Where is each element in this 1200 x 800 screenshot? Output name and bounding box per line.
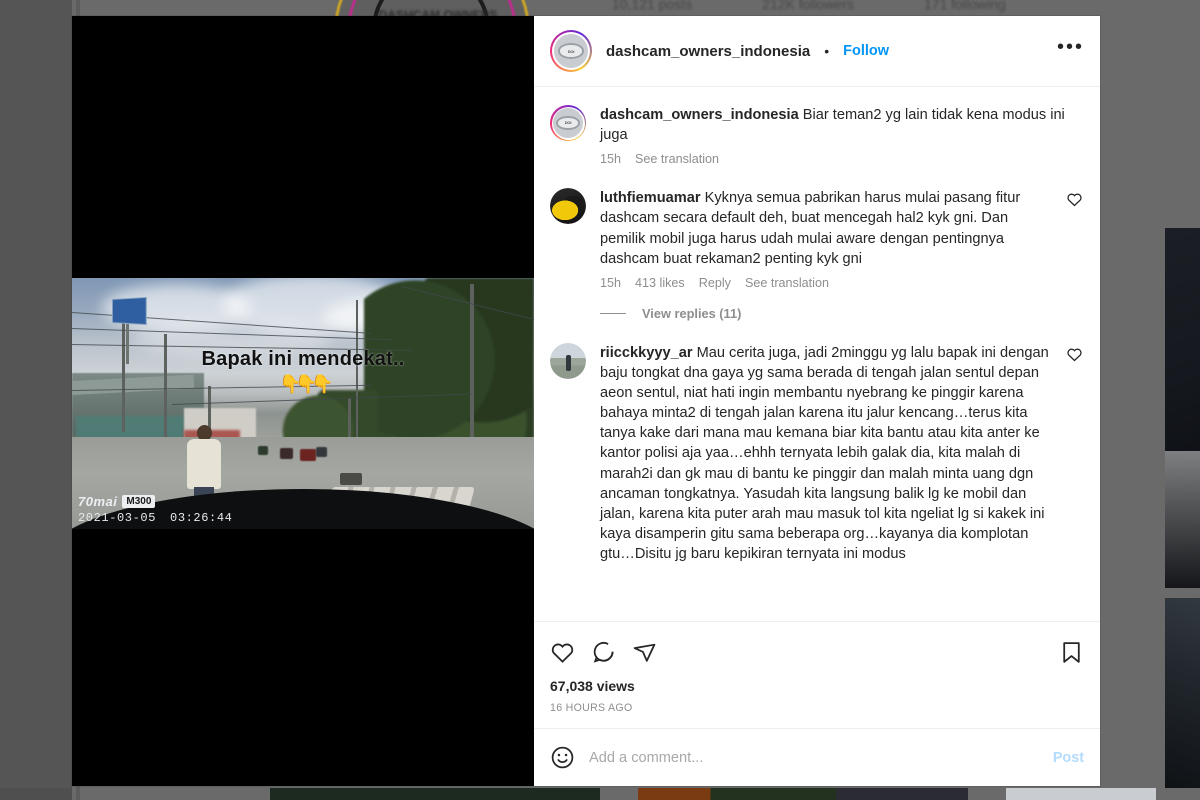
comment-bubble-icon[interactable]: [591, 640, 616, 665]
dashcam-model-label: M300: [122, 495, 156, 508]
comment-item: luthfiemuamar Kyknya semua pabrikan haru…: [550, 188, 1084, 290]
background-stat-following: 171 following: [924, 0, 1006, 12]
post-caption: DOI dashcam_owners_indonesia Biar teman2…: [550, 105, 1084, 166]
post-header: DOI dashcam_owners_indonesia • Follow ••…: [534, 16, 1100, 87]
dashcam-timestamp: 2021-03-05 03:26:44: [78, 511, 232, 525]
background-thumbnail: [0, 788, 72, 800]
background-thumbnail: [1165, 598, 1200, 788]
background-stat-posts: 10,121 posts: [612, 0, 693, 12]
comment-see-translation[interactable]: See translation: [745, 276, 829, 290]
post-timestamp: 16 HOURS AGO: [550, 702, 633, 714]
post-details-panel: DOI dashcam_owners_indonesia • Follow ••…: [534, 16, 1100, 786]
down-arrow-icon: 👇: [295, 374, 328, 394]
dashcam-time: 03:26:44: [170, 511, 233, 525]
car-avatar-image: [550, 188, 586, 225]
header-username[interactable]: dashcam_owners_indonesia: [606, 43, 810, 60]
bookmark-icon[interactable]: [1059, 640, 1084, 665]
person-avatar-image: [550, 342, 586, 379]
background-left-margin: [0, 0, 72, 800]
comment-username[interactable]: luthfiemuamar: [600, 190, 701, 206]
dashcam-brand-label: 70mai: [78, 494, 118, 509]
like-comment-icon[interactable]: [1066, 188, 1084, 290]
like-comment-icon[interactable]: [1066, 343, 1084, 564]
smiley-face-icon[interactable]: [550, 745, 575, 770]
avatar[interactable]: [550, 188, 586, 225]
caption-text: dashcam_owners_indonesia Biar teman2 yg …: [600, 105, 1084, 145]
avatar[interactable]: DOI: [550, 30, 592, 72]
video-frame: Bapak ini mendekat.. 👇👇👇 70mai M300 2021…: [72, 278, 534, 529]
comment-likes[interactable]: 413 likes: [635, 276, 685, 290]
background-thumbnail: [1165, 228, 1200, 588]
caption-meta: 15h See translation: [600, 152, 1084, 166]
post-actions: 67,038 views 16 HOURS AGO: [534, 621, 1100, 728]
separator-dot: •: [824, 43, 830, 59]
comment-username[interactable]: riicckkyyy_ar: [600, 345, 693, 361]
down-arrow-icon: 👇: [311, 374, 344, 394]
heart-icon[interactable]: [550, 640, 575, 665]
add-comment-bar: Post: [534, 728, 1100, 786]
dashcam-watermark: 70mai M300: [78, 494, 156, 509]
comment-body: Mau cerita juga, jadi 2minggu yg lalu ba…: [600, 344, 1049, 562]
profile-logo-icon: DOI: [553, 108, 583, 138]
avatar[interactable]: DOI: [550, 105, 586, 141]
view-replies-button[interactable]: View replies (11): [600, 306, 1084, 321]
down-arrow-icon: 👇: [279, 374, 312, 394]
comment-time: 15h: [600, 275, 622, 290]
road-debris: [340, 473, 362, 485]
caption-see-translation[interactable]: See translation: [635, 152, 719, 166]
comment-reply-button[interactable]: Reply: [699, 276, 731, 290]
comment-text: luthfiemuamar Kyknya semua pabrikan haru…: [600, 188, 1052, 269]
profile-logo-icon: DOI: [554, 34, 588, 68]
caption-username[interactable]: dashcam_owners_indonesia: [600, 107, 799, 123]
follow-button[interactable]: Follow: [843, 43, 889, 59]
video-player[interactable]: Bapak ini mendekat.. 👇👇👇 70mai M300 2021…: [72, 16, 534, 786]
dashcam-date: 2021-03-05: [78, 511, 157, 525]
background-stat-followers: 212K followers: [762, 0, 854, 12]
video-caption-overlay: Bapak ini mendekat..: [201, 348, 405, 370]
comment-item: riicckkyyy_ar Mau cerita juga, jadi 2min…: [550, 342, 1084, 564]
action-icon-row: [550, 628, 1084, 676]
background-thumbnail: [638, 788, 968, 800]
view-replies-label: View replies (11): [642, 305, 742, 321]
comments-scroll-area[interactable]: DOI dashcam_owners_indonesia Biar teman2…: [534, 87, 1100, 621]
background-thumbnail: [270, 788, 600, 800]
post-comment-button[interactable]: Post: [1053, 750, 1084, 766]
view-count: 67,038 views: [550, 678, 635, 694]
comment-meta: 15h 413 likes Reply See translation: [600, 276, 1052, 290]
add-comment-input[interactable]: [589, 749, 1039, 766]
avatar[interactable]: [550, 342, 586, 379]
caption-arrow-icons: 👇👇👇: [72, 374, 534, 395]
background-profile-stats: 10,121 posts 212K followers 171 followin…: [612, 0, 1200, 14]
blue-road-sign: [112, 296, 147, 326]
replies-line: [600, 312, 626, 314]
share-paper-plane-icon[interactable]: [632, 640, 657, 665]
comment-text: riicckkyyy_ar Mau cerita juga, jadi 2min…: [600, 343, 1052, 564]
background-thumbnail: [1006, 788, 1156, 800]
more-options-icon[interactable]: •••: [1057, 37, 1084, 60]
post-modal: Bapak ini mendekat.. 👇👇👇 70mai M300 2021…: [72, 16, 1100, 786]
caption-time: 15h: [600, 152, 622, 167]
